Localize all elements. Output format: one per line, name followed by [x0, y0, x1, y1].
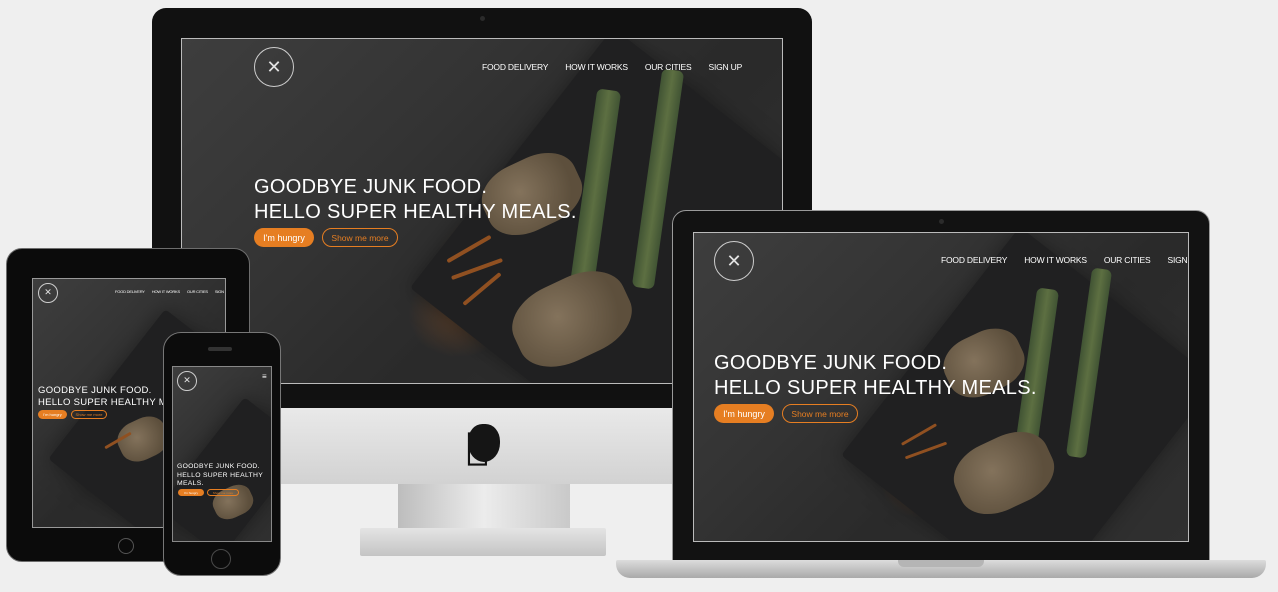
headline-line-2: HELLO SUPER HEALTHY MEALS.: [714, 377, 1037, 399]
screen-overlay: [173, 367, 271, 541]
nav-how-it-works[interactable]: HOW IT WORKS: [565, 62, 628, 72]
headline-line-2: HELLO SUPER HEALTHY: [177, 471, 264, 479]
headline-line-1: GOODBYE JUNK FOOD.: [714, 352, 948, 374]
nav-our-cities[interactable]: OUR CITIES: [1104, 255, 1151, 265]
apple-logo-icon: [468, 424, 500, 462]
show-me-more-button[interactable]: Show me more: [782, 404, 858, 423]
show-me-more-button[interactable]: Show me more: [322, 228, 398, 247]
hero-headline: GOODBYE JUNK FOOD. HELLO SUPER HEALTHY M…: [714, 351, 1037, 401]
fork-knife-logo-icon[interactable]: ✕: [38, 283, 58, 303]
headline-line-1: GOODBYE JUNK FOOD.: [254, 176, 488, 198]
phone-speaker: [208, 347, 232, 351]
nav-how-it-works[interactable]: HOW IT WORKS: [1024, 255, 1087, 265]
im-hungry-button[interactable]: I'm hungry: [178, 489, 204, 496]
show-me-more-button[interactable]: Show me more: [71, 410, 107, 419]
hero-headline: GOODBYE JUNK FOOD. HELLO SUPER HEALTHY M…: [254, 175, 577, 225]
im-hungry-button[interactable]: I'm hungry: [254, 228, 314, 247]
nav-our-cities[interactable]: OUR CITIES: [187, 289, 208, 294]
top-nav: FOOD DELIVERY HOW IT WORKS OUR CITIES SI…: [115, 289, 225, 294]
camera-dot: [480, 16, 485, 21]
nav-how-it-works[interactable]: HOW IT WORKS: [152, 289, 180, 294]
tablet-home-button: [118, 538, 134, 554]
camera-dot: [939, 219, 944, 224]
show-me-more-button[interactable]: Show me more: [207, 489, 239, 496]
desktop-monitor-foot: [360, 528, 606, 556]
top-nav: FOOD DELIVERY HOW IT WORKS OUR CITIES SI…: [941, 255, 1188, 265]
headline-line-3: MEALS.: [177, 480, 204, 487]
fork-knife-logo-icon[interactable]: ✕: [177, 371, 197, 391]
nav-sign-up[interactable]: SIGN UP: [1167, 255, 1188, 265]
fork-knife-logo-icon[interactable]: ✕: [254, 47, 294, 87]
headline-line-2: HELLO SUPER HEALTHY MEALS.: [254, 201, 577, 223]
nav-food-delivery[interactable]: FOOD DELIVERY: [115, 289, 145, 294]
nav-food-delivery[interactable]: FOOD DELIVERY: [482, 62, 548, 72]
im-hungry-button[interactable]: I'm hungry: [714, 404, 774, 423]
phone-site-screen: ✕ ≡ GOODBYE JUNK FOOD. HELLO SUPER HEALT…: [172, 366, 272, 542]
nav-sign-up[interactable]: SIGN UP: [215, 289, 225, 294]
desktop-monitor-stand: [398, 484, 570, 532]
im-hungry-button[interactable]: I'm hungry: [38, 410, 67, 419]
headline-line-1: GOODBYE JUNK FOOD.: [177, 463, 260, 470]
top-nav: FOOD DELIVERY HOW IT WORKS OUR CITIES SI…: [482, 62, 742, 72]
phone-home-button: [211, 549, 231, 569]
nav-our-cities[interactable]: OUR CITIES: [645, 62, 692, 72]
fork-knife-logo-icon[interactable]: ✕: [714, 241, 754, 281]
hero-headline: GOODBYE JUNK FOOD. HELLO SUPER HEALTHY M…: [177, 463, 263, 489]
nav-sign-up[interactable]: SIGN UP: [708, 62, 742, 72]
nav-food-delivery[interactable]: FOOD DELIVERY: [941, 255, 1007, 265]
hamburger-menu-icon[interactable]: ≡: [262, 372, 267, 381]
laptop-site-screen: ✕ FOOD DELIVERY HOW IT WORKS OUR CITIES …: [693, 232, 1189, 542]
laptop-notch: [898, 560, 984, 567]
